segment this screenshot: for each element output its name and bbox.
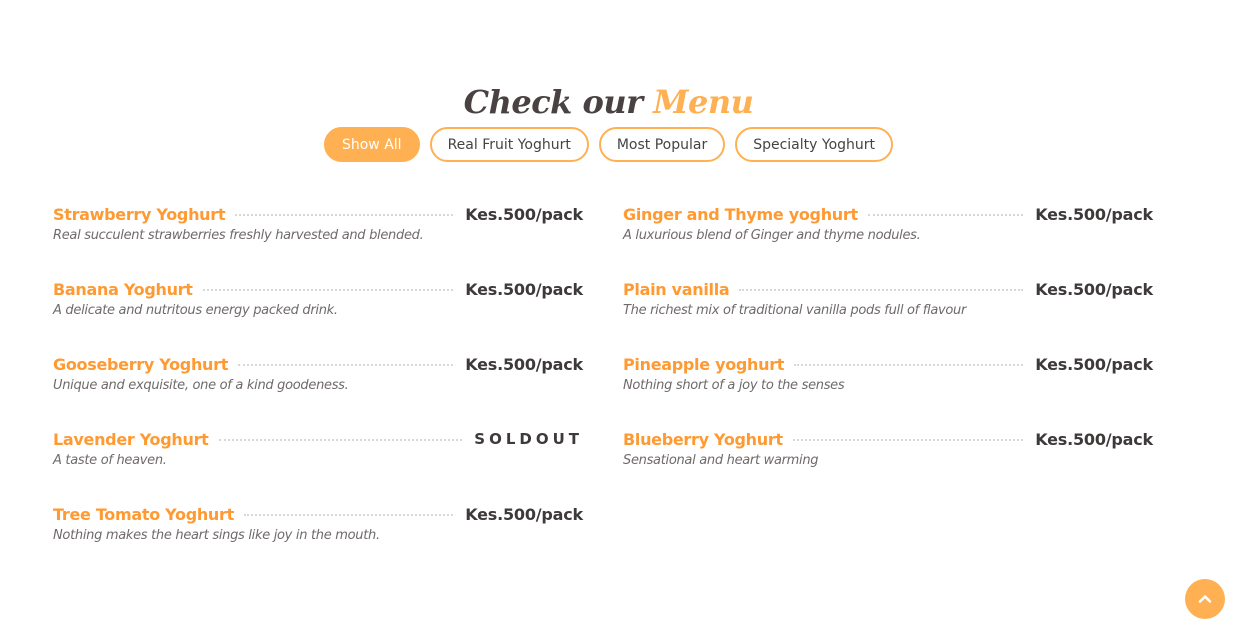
menu-item-price: Kes.500/pack xyxy=(1035,354,1153,374)
dotted-leader xyxy=(794,364,1024,366)
menu-item-price: Kes.500/pack xyxy=(1035,279,1153,299)
menu-item: Tree Tomato Yoghurt Kes.500/pack Nothing … xyxy=(53,503,583,557)
menu-item-price: Kes.500/pack xyxy=(465,204,583,224)
menu-item-price: Kes.500/pack xyxy=(465,354,583,374)
menu-item-name[interactable]: Lavender Yoghurt xyxy=(53,430,209,449)
section-title: Check our Menu xyxy=(0,79,1217,125)
menu-item-description: Nothing makes the heart sings like joy i… xyxy=(53,528,380,543)
dotted-leader xyxy=(243,514,454,516)
dotted-leader xyxy=(218,439,463,441)
dotted-leader xyxy=(867,214,1024,216)
menu-item-name[interactable]: Tree Tomato Yoghurt xyxy=(53,505,234,524)
filter-real-fruit-yoghurt[interactable]: Real Fruit Yoghurt xyxy=(429,127,589,162)
menu-item-description: Unique and exquisite, one of a kind good… xyxy=(53,378,349,393)
menu-filters: Show All Real Fruit Yoghurt Most Popular… xyxy=(0,127,1217,162)
menu-item-description: Real succulent strawberries freshly harv… xyxy=(53,228,424,243)
menu-item: Gooseberry Yoghurt Kes.500/pack Unique an… xyxy=(53,353,583,407)
filter-most-popular[interactable]: Most Popular xyxy=(598,127,726,162)
menu-item-price: Kes.500/pack xyxy=(1035,204,1153,224)
menu-item-description: Sensational and heart warming xyxy=(623,453,819,468)
menu-item-name[interactable]: Ginger and Thyme yoghurt xyxy=(623,205,858,224)
menu-item-name[interactable]: Plain vanilla xyxy=(623,280,730,299)
menu-item-description: A taste of heaven. xyxy=(53,453,167,468)
menu-item-description: The richest mix of traditional vanilla p… xyxy=(623,303,967,318)
filter-specialty-yoghurt[interactable]: Specialty Yoghurt xyxy=(735,127,894,162)
filter-show-all[interactable]: Show All xyxy=(323,127,420,162)
dotted-leader xyxy=(792,439,1024,441)
menu-item-price: Kes.500/pack xyxy=(465,504,583,524)
menu-item: Pineapple yoghurt Kes.500/pack Nothing sh… xyxy=(623,353,1153,407)
menu-item-description: A delicate and nutritous energy packed d… xyxy=(53,303,338,318)
menu-item-name[interactable]: Banana Yoghurt xyxy=(53,280,193,299)
section-title-prefix: Check our xyxy=(463,82,643,121)
menu-item: Banana Yoghurt Kes.500/pack A delicate an… xyxy=(53,278,583,332)
dotted-leader xyxy=(739,289,1024,291)
menu-item-name[interactable]: Strawberry Yoghurt xyxy=(53,205,226,224)
menu-list: Strawberry Yoghurt Kes.500/pack Real succ… xyxy=(53,203,1153,557)
menu-item: Lavender Yoghurt SOLDOUT A taste of heave… xyxy=(53,428,583,482)
menu-item-description: Nothing short of a joy to the senses xyxy=(623,378,845,393)
dotted-leader xyxy=(235,214,454,216)
chevron-up-icon xyxy=(1198,595,1212,603)
menu-item: Ginger and Thyme yoghurt Kes.500/pack A l… xyxy=(623,203,1153,257)
menu-item: Strawberry Yoghurt Kes.500/pack Real succ… xyxy=(53,203,583,257)
back-to-top-button[interactable] xyxy=(1185,579,1225,619)
menu-item-name[interactable]: Pineapple yoghurt xyxy=(623,355,784,374)
menu-item-price: Kes.500/pack xyxy=(1035,429,1153,449)
menu-item: Plain vanilla Kes.500/pack The richest mi… xyxy=(623,278,1153,332)
menu-item-description: A luxurious blend of Ginger and thyme no… xyxy=(623,228,921,243)
section-title-accent: Menu xyxy=(653,82,754,121)
menu-item-price: Kes.500/pack xyxy=(465,279,583,299)
dotted-leader xyxy=(238,364,454,366)
menu-item-name[interactable]: Blueberry Yoghurt xyxy=(623,430,783,449)
menu-item-name[interactable]: Gooseberry Yoghurt xyxy=(53,355,228,374)
dotted-leader xyxy=(202,289,454,291)
soldout-label: SOLDOUT xyxy=(474,430,583,448)
menu-item: Blueberry Yoghurt Kes.500/pack Sensationa… xyxy=(623,428,1153,482)
